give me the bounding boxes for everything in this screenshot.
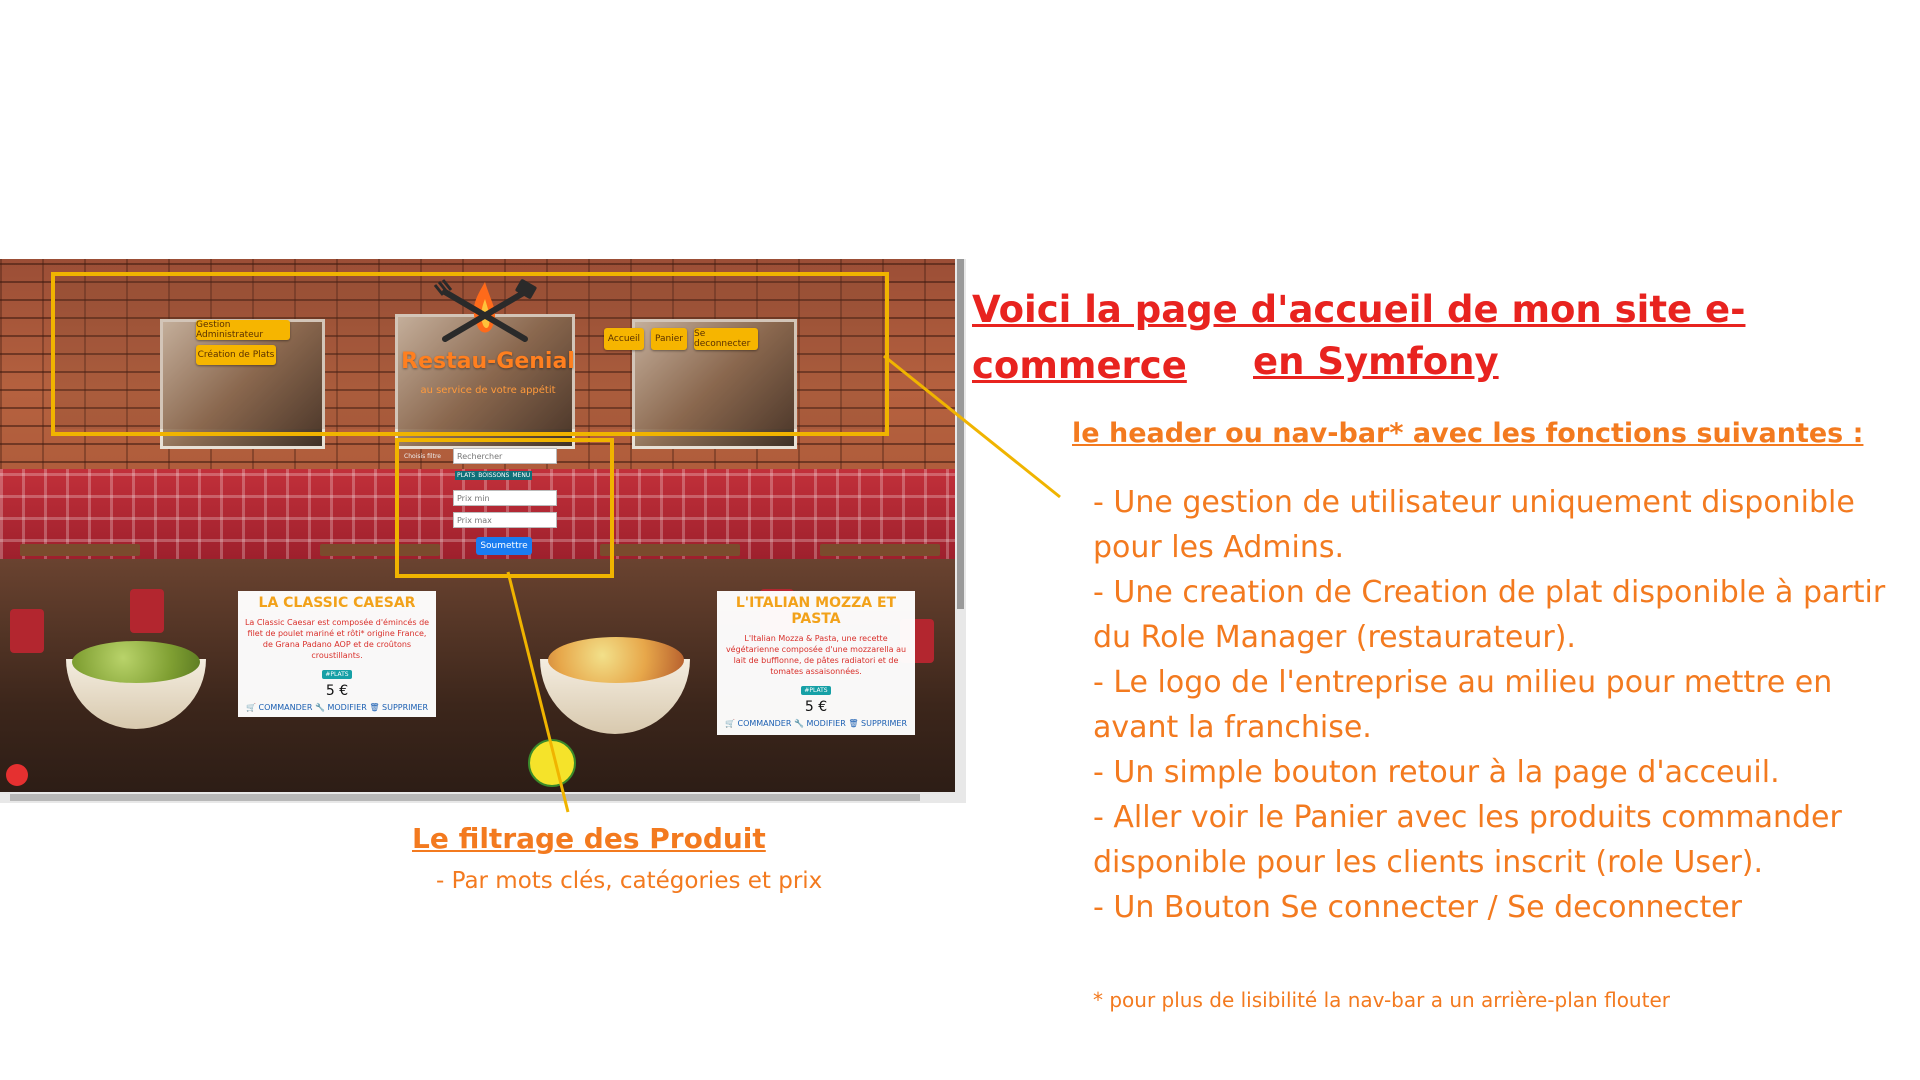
modifier-link[interactable]: MODIFIER (806, 719, 845, 728)
product-price: 5 € (804, 699, 828, 715)
navbar-subheading: le header ou nav-bar* avec les fonctions… (1072, 418, 1864, 449)
commander-link[interactable]: COMMANDER (737, 719, 791, 728)
feature-item: - Une gestion de utilisateur uniquement … (1093, 485, 1855, 565)
feature-item: - Un Bouton Se connecter / Se deconnecte… (1093, 890, 1742, 925)
chair (10, 609, 44, 653)
filter-heading: Le filtrage des Produit (412, 822, 766, 855)
navbar-highlight-box (51, 272, 889, 436)
feature-list: - Une gestion de utilisateur uniquement … (1093, 480, 1893, 930)
wrench-icon: 🔧 (314, 703, 325, 712)
caesar-salad-image (72, 641, 200, 683)
chair (130, 589, 164, 633)
product-title: LA CLASSIC CAESAR (258, 595, 416, 611)
pasta-salad-image (548, 637, 684, 683)
cart-icon: 🛒 (724, 719, 735, 728)
table (20, 544, 140, 556)
product-description: La Classic Caesar est composée d'émincés… (244, 618, 430, 660)
cart-icon: 🛒 (245, 703, 256, 712)
supprimer-link[interactable]: SUPPRIMER (382, 703, 428, 712)
modifier-link[interactable]: MODIFIER (327, 703, 366, 712)
product-price: 5 € (325, 683, 349, 699)
feature-item: - Aller voir le Panier avec les produits… (1093, 800, 1842, 880)
product-card: L'ITALIAN MOZZA ET PASTA L'Italian Mozza… (717, 591, 915, 735)
filter-description: - Par mots clés, catégories et prix (436, 868, 823, 894)
veggie-badge-icon (528, 739, 576, 787)
product-card: LA CLASSIC CAESAR La Classic Caesar est … (238, 591, 436, 717)
table (600, 544, 740, 556)
product-title: L'ITALIAN MOZZA ET PASTA (735, 595, 897, 627)
supprimer-link[interactable]: SUPPRIMER (861, 719, 907, 728)
table (820, 544, 940, 556)
scroll-top-icon[interactable] (6, 764, 28, 786)
product-category-badge[interactable]: #PLATS (801, 686, 831, 695)
footnote: * pour plus de lisibilité la nav-bar a u… (1093, 988, 1670, 1012)
feature-item: - Un simple bouton retour à la page d'ac… (1093, 755, 1780, 790)
vertical-scrollbar[interactable] (955, 259, 966, 803)
filter-highlight-box (395, 438, 614, 578)
trash-icon: 🗑 (848, 719, 859, 728)
wrench-icon: 🔧 (793, 719, 804, 728)
product-description: L'Italian Mozza & Pasta, une recette vég… (725, 634, 907, 676)
horizontal-scrollbar[interactable] (0, 792, 955, 803)
product-category-badge[interactable]: #PLATS (322, 670, 352, 679)
feature-item: - Le logo de l'entreprise au milieu pour… (1093, 665, 1833, 745)
main-heading-line2: en Symfony (1253, 340, 1499, 383)
trash-icon: 🗑 (369, 703, 380, 712)
commander-link[interactable]: COMMANDER (258, 703, 312, 712)
feature-item: - Une creation de Creation de plat dispo… (1093, 575, 1886, 655)
